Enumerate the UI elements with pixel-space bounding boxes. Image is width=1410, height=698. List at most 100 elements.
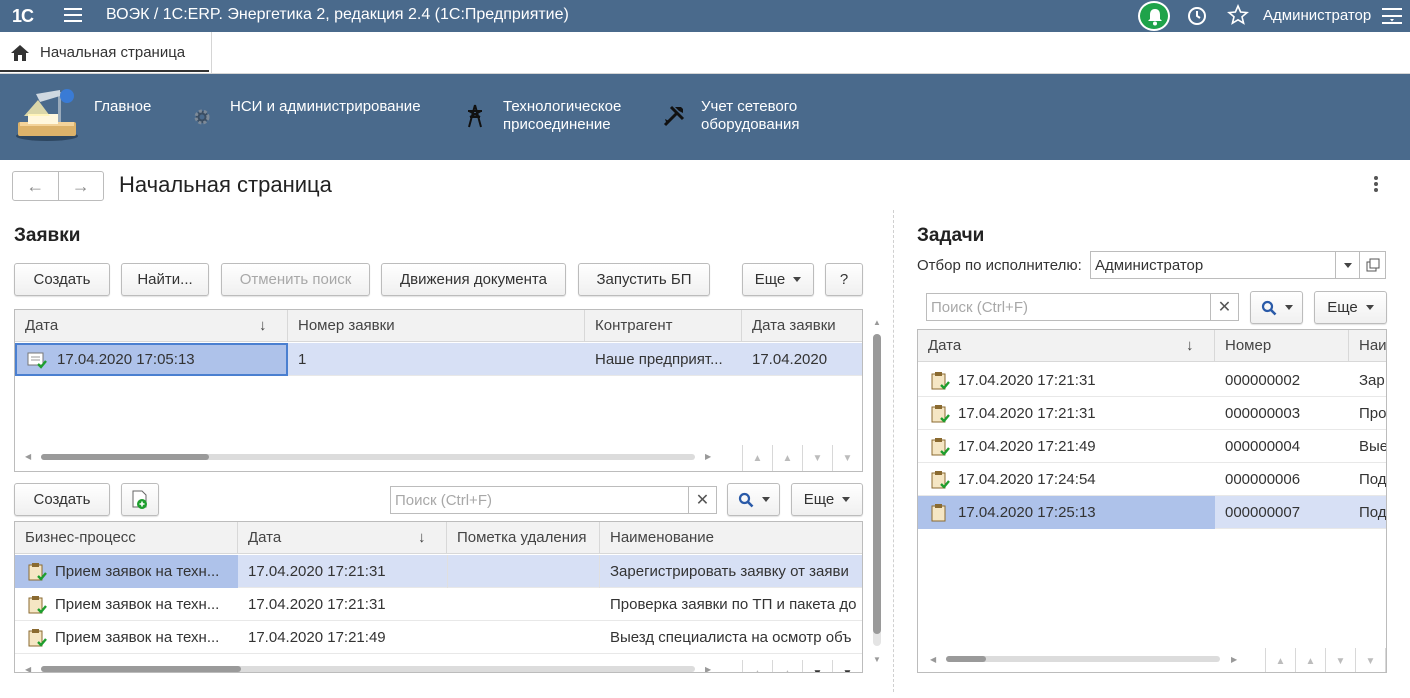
col-date[interactable]: Дата [238, 522, 447, 554]
clear-search-icon[interactable]: ✕ [688, 487, 716, 513]
main-menu-icon[interactable] [64, 8, 82, 22]
col-name[interactable]: Наименование [600, 522, 862, 554]
notifications-bell-icon[interactable] [1138, 1, 1170, 31]
scroll-left-icon[interactable]: ◀ [930, 655, 936, 664]
first-row-icon[interactable]: ▲ [743, 660, 773, 672]
history-nav: ← → [12, 171, 104, 201]
last-row-icon[interactable]: ▼ [833, 660, 862, 673]
left-vscroll[interactable] [873, 334, 881, 646]
requests-help-button[interactable]: ? [825, 263, 863, 296]
cell-number: 1 [298, 351, 307, 368]
processes-create-button[interactable]: Создать [14, 483, 110, 516]
next-row-icon[interactable]: ▼ [1326, 648, 1356, 672]
more-actions-icon[interactable] [1374, 176, 1380, 194]
settings-menu-icon[interactable] [1382, 7, 1402, 29]
col-request-number[interactable]: Номер заявки [288, 310, 585, 342]
requests-cancel-search-button[interactable]: Отменить поиск [221, 263, 370, 296]
col-deletion-mark[interactable]: Пометка удаления [447, 522, 600, 554]
section-main[interactable]: Главное [94, 98, 151, 116]
table-row[interactable]: 17.04.2020 17:21:49 000000004 Вые [918, 430, 1386, 463]
cell-number: 000000002 [1225, 372, 1301, 389]
col-date[interactable]: Дата [15, 310, 288, 342]
tasks-hscroll-thumb[interactable] [946, 656, 986, 662]
processes-search-input[interactable]: Поиск (Ctrl+F) ✕ [390, 486, 717, 514]
col-date[interactable]: Дата [918, 330, 1215, 362]
section-tech-connection-line2: присоединение [503, 116, 611, 133]
tasks-table-header: Дата ↓ Номер Наи [918, 330, 1386, 362]
table-row[interactable]: 17.04.2020 17:25:13 000000007 Под [918, 496, 1386, 529]
forward-arrow-icon[interactable]: → [59, 172, 104, 200]
col-name[interactable]: Наи [1349, 330, 1386, 362]
scroll-left-icon[interactable]: ◀ [25, 665, 31, 672]
desk-lamp-icon[interactable] [14, 86, 80, 146]
requests-more-button[interactable]: Еще [742, 263, 814, 296]
chevron-down-icon[interactable] [1335, 252, 1359, 278]
executor-filter-field[interactable]: Администратор [1090, 251, 1360, 279]
requests-create-button[interactable]: Создать [14, 263, 110, 296]
scroll-right-icon[interactable]: ▶ [705, 665, 711, 672]
scroll-right-icon[interactable]: ▶ [1231, 655, 1237, 664]
requests-hscroll[interactable] [41, 454, 695, 460]
first-row-icon[interactable]: ▲ [743, 445, 773, 471]
tasks-search-input[interactable]: Поиск (Ctrl+F) ✕ [926, 293, 1239, 321]
table-row[interactable]: 17.04.2020 17:21:31 000000003 Про [918, 397, 1386, 430]
cell-date[interactable]: 17.04.2020 17:05:13 [15, 343, 288, 376]
processes-more-button[interactable]: Еще [791, 483, 863, 516]
prev-row-icon[interactable]: ▲ [1296, 648, 1326, 672]
col-counterparty[interactable]: Контрагент [585, 310, 742, 342]
history-icon[interactable] [1186, 5, 1208, 31]
cell-number: 000000004 [1225, 438, 1301, 455]
prev-row-icon[interactable]: ▲ [773, 660, 803, 672]
sections-panel: Главное НСИ и администрирование Технолог… [0, 74, 1410, 160]
left-vscroll-thumb[interactable] [873, 334, 881, 634]
cell-deleted [447, 588, 600, 621]
favorites-star-icon[interactable] [1227, 3, 1249, 30]
last-row-icon[interactable]: ▼ [833, 445, 862, 471]
processes-hscroll-thumb[interactable] [41, 666, 241, 672]
section-nsi-admin[interactable]: НСИ и администрирование [230, 98, 421, 116]
col-business-process[interactable]: Бизнес-процесс [15, 522, 238, 554]
col-request-date[interactable]: Дата заявки [742, 310, 862, 342]
table-row[interactable]: Прием заявок на техн... 17.04.2020 17:21… [15, 588, 862, 621]
scroll-up-icon[interactable]: ▲ [873, 318, 881, 327]
table-row[interactable]: Прием заявок на техн... 17.04.2020 17:21… [15, 555, 862, 588]
next-row-icon[interactable]: ▼ [803, 445, 833, 471]
scroll-down-icon[interactable]: ▼ [873, 655, 881, 664]
processes-table[interactable]: Бизнес-процесс Дата ↓ Пометка удаления Н… [14, 521, 863, 673]
last-row-icon[interactable]: ▼ [1356, 648, 1386, 672]
processes-hscroll[interactable] [41, 666, 695, 672]
requests-find-button[interactable]: Найти... [121, 263, 209, 296]
table-row[interactable]: 17.04.2020 17:05:13 1 Наше предприят... … [15, 343, 862, 376]
requests-start-bp-button[interactable]: Запустить БП [578, 263, 710, 296]
user-name[interactable]: Администратор [1263, 7, 1371, 24]
task-clipboard-icon [27, 596, 47, 618]
tasks-more-button[interactable]: Еще [1314, 291, 1387, 324]
table-row[interactable]: Прием заявок на техн... 17.04.2020 17:21… [15, 621, 862, 654]
tasks-table[interactable]: Дата ↓ Номер Наи 17.04.2020 17:21:31 000… [917, 329, 1387, 673]
add-file-button[interactable] [121, 483, 159, 516]
prev-row-icon[interactable]: ▲ [773, 445, 803, 471]
section-network-equipment[interactable]: Учет сетевого оборудования [701, 98, 799, 134]
open-form-icon[interactable] [1360, 251, 1386, 279]
tab-home[interactable]: Начальная страница [0, 32, 212, 74]
table-row[interactable]: 17.04.2020 17:21:31 000000002 Зар [918, 364, 1386, 397]
table-row[interactable]: 17.04.2020 17:24:54 000000006 Под [918, 463, 1386, 496]
clear-search-icon[interactable]: ✕ [1210, 294, 1238, 320]
scroll-right-icon[interactable]: ▶ [705, 452, 711, 461]
app-title: ВОЭК / 1С:ERP. Энергетика 2, редакция 2.… [106, 6, 569, 23]
col-number[interactable]: Номер [1215, 330, 1349, 362]
requests-hscroll-thumb[interactable] [41, 454, 209, 460]
tasks-hscroll[interactable] [946, 656, 1220, 662]
tasks-search-button[interactable] [1250, 291, 1303, 324]
document-posted-icon [27, 351, 47, 373]
processes-search-button[interactable] [727, 483, 780, 516]
first-row-icon[interactable]: ▲ [1266, 648, 1296, 672]
requests-movements-button[interactable]: Движения документа [381, 263, 566, 296]
back-arrow-icon[interactable]: ← [13, 172, 59, 200]
scroll-left-icon[interactable]: ◀ [25, 452, 31, 461]
requests-table[interactable]: Дата ↓ Номер заявки Контрагент Дата заяв… [14, 309, 863, 472]
cell-date: 17.04.2020 17:21:49 [958, 438, 1096, 455]
next-row-icon[interactable]: ▼ [803, 660, 833, 672]
section-tech-connection[interactable]: Технологическое присоединение [503, 98, 621, 134]
chevron-down-icon [842, 497, 851, 502]
